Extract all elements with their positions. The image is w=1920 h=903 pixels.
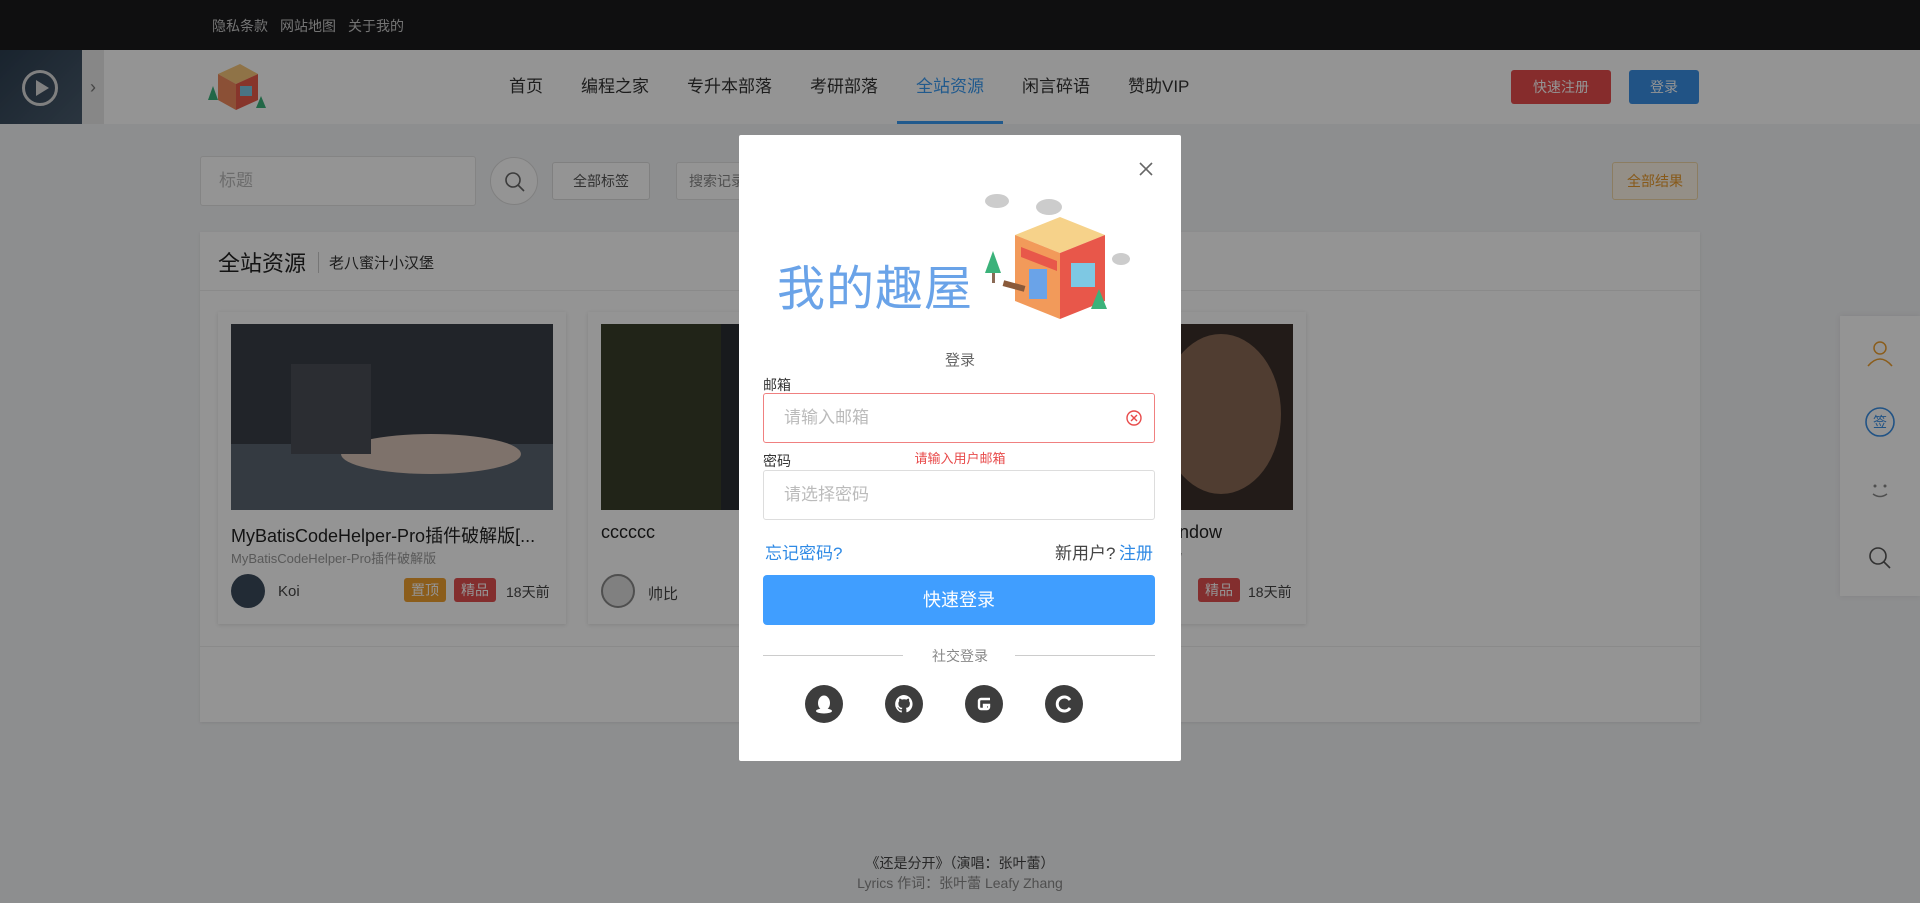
close-icon[interactable] — [1134, 157, 1158, 181]
csdn-login-button[interactable] — [1045, 685, 1083, 723]
qq-login-button[interactable] — [805, 685, 843, 723]
gitee-login-button[interactable] — [965, 685, 1003, 723]
email-label: 邮箱 — [763, 377, 791, 393]
password-field[interactable]: 请选择密码 — [763, 470, 1155, 520]
forgot-password-link[interactable]: 忘记密码? — [765, 539, 842, 564]
clear-icon[interactable] — [1125, 409, 1143, 427]
email-field[interactable]: 请输入邮箱 — [763, 393, 1155, 443]
gitee-icon — [977, 697, 991, 711]
email-error-message: 请输入用户邮箱 — [914, 451, 1006, 466]
brand-logo-text: 我的趣屋 — [777, 261, 974, 317]
csdn-icon — [1055, 695, 1072, 713]
quick-login-button[interactable]: 快速登录 — [763, 575, 1155, 625]
new-user-label: 新用户? — [1055, 544, 1116, 563]
github-login-button[interactable] — [885, 685, 923, 723]
login-modal: 我的趣屋 登录 邮箱 请输入邮箱 请输入用户邮箱 密码 请选择密码 忘记密码? … — [739, 135, 1181, 761]
password-label: 密码 — [763, 453, 791, 469]
shop-illustration — [985, 194, 1130, 319]
login-heading: 登录 — [944, 352, 975, 369]
social-login-label: 社交登录 — [932, 648, 988, 664]
qq-icon — [816, 695, 832, 714]
divider — [1015, 655, 1155, 656]
register-link[interactable]: 注册 — [1119, 539, 1153, 564]
github-icon — [895, 695, 913, 713]
